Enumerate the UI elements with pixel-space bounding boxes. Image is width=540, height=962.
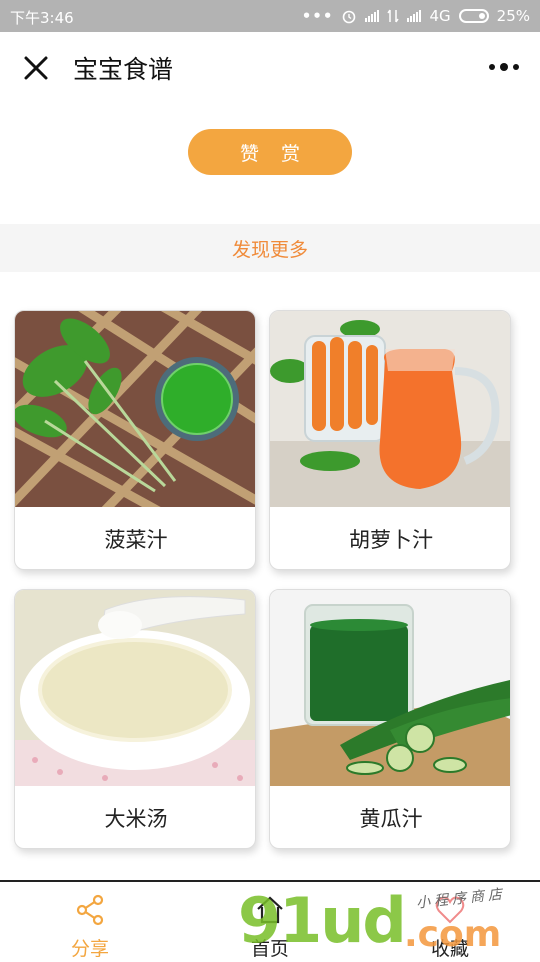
tab-bar: 分享 首页 收藏	[0, 880, 540, 962]
recipe-name: 胡萝卜汁	[349, 528, 433, 552]
tab-favorite[interactable]: 收藏	[390, 882, 510, 962]
signal-icon-2	[407, 10, 422, 22]
tab-share-label: 分享	[70, 938, 109, 960]
heart-icon	[435, 896, 465, 924]
recipe-card-rice-soup[interactable]: 大米汤	[14, 589, 256, 849]
discover-more-link[interactable]: 发现更多	[0, 224, 540, 272]
home-icon	[257, 896, 283, 924]
reward-button[interactable]: 赞 赏	[188, 129, 352, 175]
recipe-card-cucumber-juice[interactable]: 黄瓜汁	[269, 589, 511, 849]
status-icons: ••• 4G 25%	[302, 7, 530, 25]
tab-share[interactable]: 分享	[30, 882, 150, 962]
recipe-card-spinach-juice[interactable]: 菠菜汁	[14, 310, 256, 570]
status-time: 下午3:46	[10, 9, 74, 27]
recipe-name: 大米汤	[104, 807, 168, 831]
rice-soup-image	[15, 590, 255, 786]
tab-home-label: 首页	[250, 938, 289, 960]
data-transfer-icon	[387, 9, 400, 23]
battery-icon	[458, 9, 489, 23]
recipe-name: 黄瓜汁	[359, 807, 423, 831]
more-options-icon[interactable]	[488, 62, 520, 72]
share-icon	[76, 894, 104, 926]
battery-percent: 25%	[496, 7, 530, 25]
tab-favorite-label: 收藏	[430, 938, 469, 960]
page-title: 宝宝食谱	[73, 55, 174, 84]
nav-bar: 宝宝食谱	[0, 32, 540, 102]
recipe-card-carrot-juice[interactable]: 胡萝卜汁	[269, 310, 511, 570]
status-bar: 下午3:46 ••• 4G 25%	[0, 0, 540, 32]
tab-home[interactable]: 首页	[210, 882, 330, 962]
carrot-juice-image	[270, 311, 510, 507]
alarm-icon	[343, 10, 356, 24]
signal-icon	[365, 10, 380, 22]
more-notifications-icon: •••	[301, 7, 334, 25]
spinach-juice-image	[15, 311, 255, 507]
close-icon[interactable]	[22, 54, 50, 82]
cucumber-juice-image	[270, 590, 510, 786]
recipe-name: 菠菜汁	[104, 528, 168, 552]
network-type: 4G	[429, 7, 451, 25]
